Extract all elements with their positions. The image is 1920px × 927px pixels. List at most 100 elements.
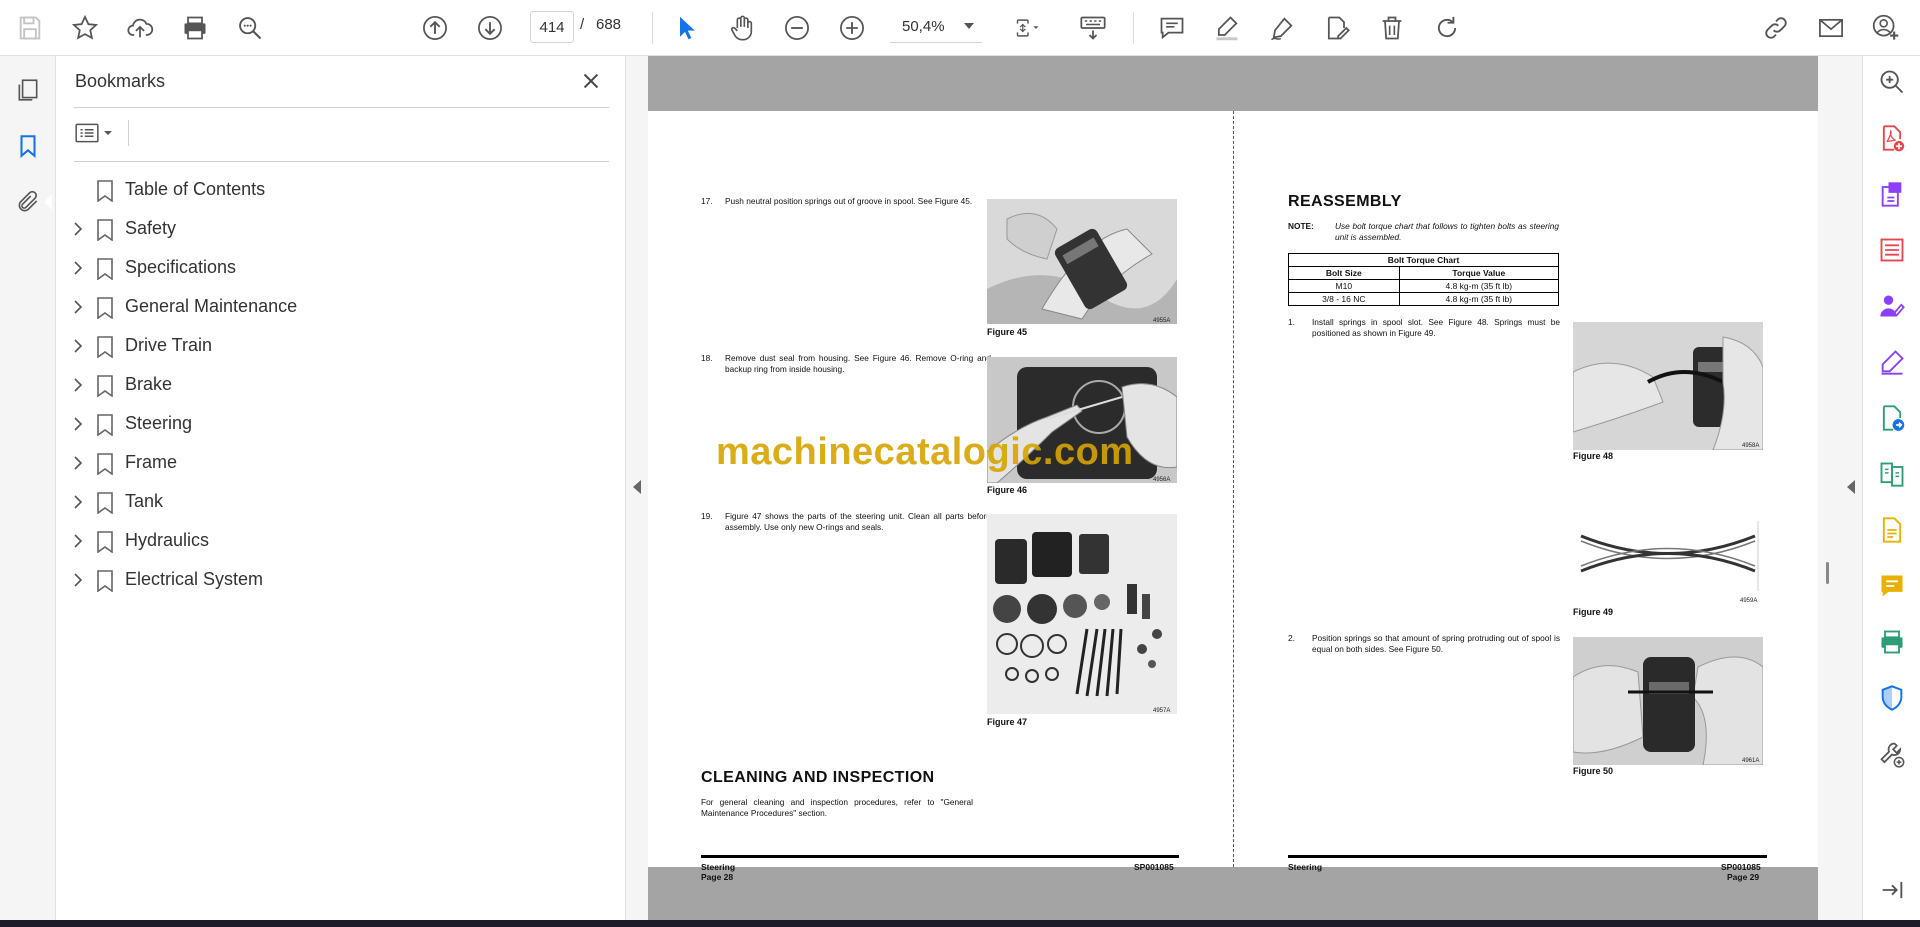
print-production-button[interactable] [1876, 626, 1908, 658]
protect-button[interactable] [1876, 682, 1908, 714]
select-tool-button[interactable] [667, 8, 707, 48]
pdf-add-icon [1882, 125, 1905, 152]
figure-code: 4959A [1740, 598, 1758, 604]
footer-doc-code: SP001085 [1134, 862, 1174, 872]
scrollbar-thumb[interactable] [1826, 562, 1829, 584]
zoom-tool-button[interactable] [1876, 66, 1908, 98]
chevron-right-icon[interactable] [70, 299, 86, 315]
email-button[interactable] [1811, 8, 1851, 48]
close-panel-button[interactable] [576, 66, 606, 96]
table-header: Torque Value [1398, 266, 1560, 280]
account-button[interactable] [1866, 8, 1906, 48]
bookmark-item[interactable]: Drive Train [56, 326, 626, 365]
chevron-right-icon[interactable] [70, 494, 86, 510]
next-page-button[interactable] [470, 8, 510, 48]
bookmark-icon [97, 258, 113, 280]
page-divider [1233, 111, 1234, 867]
save-button[interactable] [10, 8, 50, 48]
chevron-right-icon[interactable] [70, 572, 86, 588]
export-pdf-button[interactable] [1876, 402, 1908, 434]
bookmark-label: Steering [125, 413, 193, 433]
upload-cloud-button[interactable] [120, 8, 160, 48]
bookmark-item[interactable]: Steering [56, 404, 626, 443]
page-number-input[interactable] [530, 11, 574, 43]
rotate-button[interactable] [1427, 8, 1467, 48]
bookmarks-panel-button[interactable] [8, 126, 48, 166]
chevron-right-icon[interactable] [70, 377, 86, 393]
print-button[interactable] [175, 8, 215, 48]
highlight-button[interactable] [1207, 8, 1247, 48]
star-icon [71, 14, 99, 40]
scroll-mode-button[interactable] [1071, 8, 1115, 48]
link-icon [1765, 17, 1787, 39]
comment-tool-button[interactable] [1876, 570, 1908, 602]
collapse-left-panel-strip[interactable] [626, 56, 648, 920]
hand-tool-button[interactable] [722, 8, 762, 48]
zoom-level-dropdown[interactable]: 50,4% [890, 11, 982, 43]
more-tools-button[interactable] [1876, 738, 1908, 770]
zoom-in-button[interactable] [832, 8, 872, 48]
bookmark-item[interactable]: Brake [56, 365, 626, 404]
bookmark-icon [97, 531, 113, 553]
right-tools-rail [1862, 56, 1920, 920]
total-pages: 688 [596, 16, 622, 33]
bookmark-item[interactable]: Frame [56, 443, 626, 482]
figure-code: 4956A [1153, 477, 1171, 483]
bookmark-item[interactable]: General Maintenance [56, 287, 626, 326]
chevron-right-icon[interactable] [70, 533, 86, 549]
zoom-out-button[interactable] [777, 8, 817, 48]
section-heading: REASSEMBLY [1288, 193, 1402, 210]
attachments-button[interactable] [8, 182, 48, 222]
organize-pages-button[interactable] [1876, 234, 1908, 266]
chevron-right-icon[interactable] [70, 221, 86, 237]
bookmark-item[interactable]: Electrical System [56, 560, 626, 599]
collapse-tools-button[interactable] [1876, 874, 1908, 906]
toolbar-divider [1133, 12, 1134, 44]
bookmark-item[interactable]: Tank [56, 482, 626, 521]
table-title: Bolt Torque Chart [1288, 253, 1559, 267]
bookmark-item[interactable]: Hydraulics [56, 521, 626, 560]
wrench-add-icon [1880, 742, 1905, 768]
fill-and-sign-button[interactable] [1876, 346, 1908, 378]
document-viewport[interactable]: 17. Push neutral position springs out of… [648, 56, 1818, 920]
edit-pdf-button[interactable] [1876, 178, 1908, 210]
note-label: NOTE: [1288, 221, 1314, 231]
fill-sign-button[interactable] [1317, 8, 1357, 48]
bookmark-item[interactable]: Safety [56, 209, 626, 248]
scan-ocr-button[interactable] [1876, 514, 1908, 546]
footer-rule [1288, 855, 1767, 858]
scrollbar-strip[interactable] [1818, 56, 1862, 920]
bookmark-options-menu[interactable] [74, 118, 124, 148]
bookmark-item[interactable]: Table of Contents [56, 170, 626, 209]
search-zoom-icon [239, 17, 262, 40]
chevron-down-icon [964, 23, 974, 29]
step-text: Position springs so that amount of sprin… [1312, 633, 1560, 654]
previous-page-button[interactable] [415, 8, 455, 48]
bookmark-star-button[interactable] [65, 8, 105, 48]
page-thumbnails-button[interactable] [8, 70, 48, 110]
figure-code: 4961A [1742, 758, 1760, 764]
keyboard-scroll-icon [1080, 16, 1106, 40]
chevron-right-icon[interactable] [70, 338, 86, 354]
chevron-right-icon[interactable] [70, 260, 86, 276]
chevron-right-icon[interactable] [70, 416, 86, 432]
figure-48-image [1573, 322, 1763, 450]
create-pdf-button[interactable] [1876, 122, 1908, 154]
request-signature-button[interactable] [1876, 290, 1908, 322]
delete-button[interactable] [1372, 8, 1412, 48]
panel-collapse-icon [1882, 881, 1903, 899]
bookmark-label: Brake [125, 374, 173, 394]
draw-button[interactable] [1262, 8, 1302, 48]
page-fit-dropdown[interactable] [1000, 8, 1056, 48]
find-text-button[interactable] [230, 8, 270, 48]
footer-rule [701, 855, 1179, 858]
bookmark-item[interactable]: Specifications [56, 248, 626, 287]
comment-button[interactable] [1152, 8, 1192, 48]
chevron-right-icon[interactable] [70, 455, 86, 471]
bookmark-label: Electrical System [125, 569, 264, 589]
compare-icon [1880, 462, 1904, 487]
compare-files-button[interactable] [1876, 458, 1908, 490]
save-icon [19, 16, 41, 40]
signature-pen-icon [1881, 350, 1904, 375]
share-link-button[interactable] [1756, 8, 1796, 48]
